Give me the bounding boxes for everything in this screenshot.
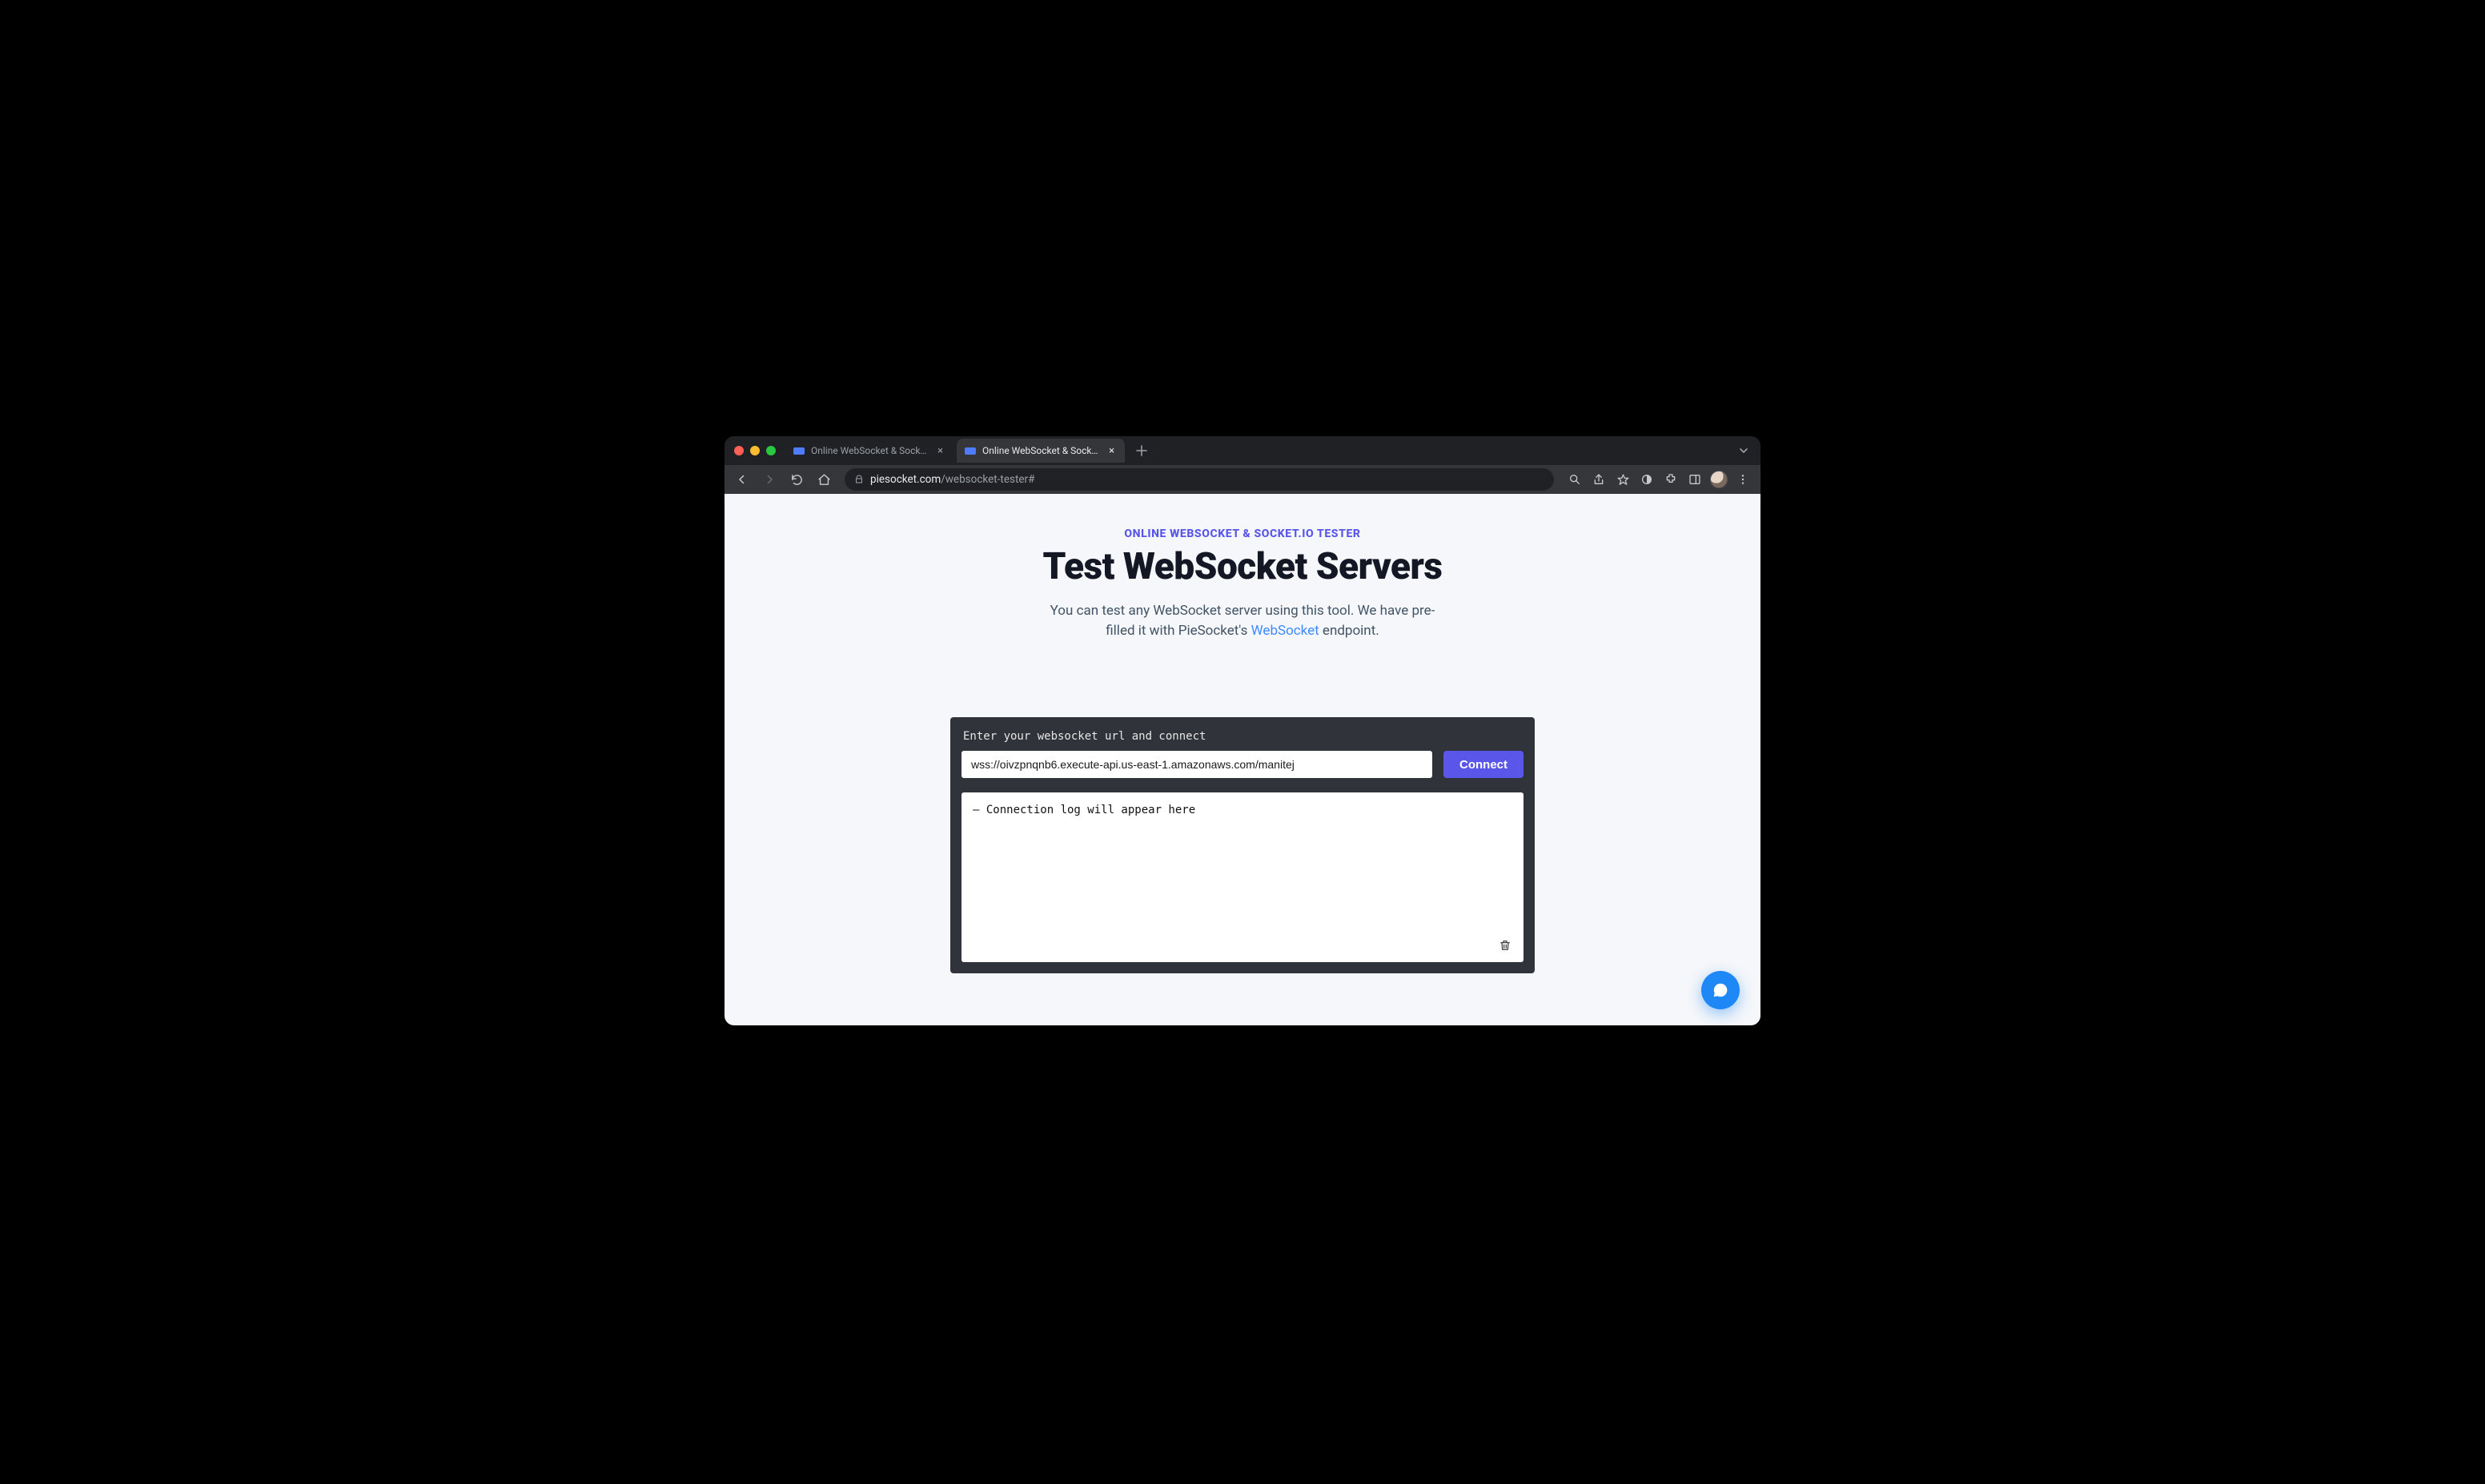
sidepanel-button[interactable] xyxy=(1684,468,1706,491)
search-icon xyxy=(1568,473,1581,486)
forward-button[interactable] xyxy=(758,468,781,491)
websocket-link[interactable]: WebSocket xyxy=(1251,623,1319,639)
ext-a-button[interactable] xyxy=(1636,468,1658,491)
avatar-icon xyxy=(1710,471,1728,488)
reload-button[interactable] xyxy=(785,468,808,491)
browser-toolbar: piesocket.com/websocket-tester# xyxy=(725,465,1760,494)
refresh-icon xyxy=(790,473,804,487)
page-content: ONLINE WEBSOCKET & SOCKET.IO TESTER Test… xyxy=(725,494,1760,1025)
connect-button[interactable]: Connect xyxy=(1443,751,1524,778)
url-path: /websocket-tester# xyxy=(941,473,1034,486)
window-zoom-icon[interactable] xyxy=(766,446,776,455)
bookmark-button[interactable] xyxy=(1612,468,1634,491)
tab-title: Online WebSocket & Socket.io xyxy=(982,445,1100,456)
share-icon xyxy=(1592,473,1605,486)
arrow-right-icon xyxy=(762,472,777,487)
chat-fab[interactable] xyxy=(1701,971,1740,1009)
page-subhead: You can test any WebSocket server using … xyxy=(1042,601,1443,640)
browser-window: Online WebSocket & Socket.io × Online We… xyxy=(725,436,1760,1025)
panel-icon xyxy=(1688,473,1701,486)
chevron-down-icon xyxy=(1739,446,1748,455)
home-icon xyxy=(817,473,831,487)
window-controls xyxy=(731,446,782,455)
url-text: piesocket.com/websocket-tester# xyxy=(870,473,1034,486)
page-viewport: ONLINE WEBSOCKET & SOCKET.IO TESTER Test… xyxy=(725,494,1760,1025)
subhead-text: endpoint. xyxy=(1319,623,1379,639)
eyebrow-label: ONLINE WEBSOCKET & SOCKET.IO TESTER xyxy=(1124,527,1360,540)
prompt-label: Enter your websocket url and connect xyxy=(961,728,1524,751)
trash-icon xyxy=(1499,938,1511,953)
browser-tab-active[interactable]: Online WebSocket & Socket.io × xyxy=(957,439,1125,463)
favicon-icon xyxy=(793,447,805,455)
extensions-button[interactable] xyxy=(1660,468,1682,491)
page-headline: Test WebSocket Servers xyxy=(1042,545,1442,588)
home-button[interactable] xyxy=(813,468,835,491)
tab-strip: Online WebSocket & Socket.io × Online We… xyxy=(725,436,1760,465)
back-button[interactable] xyxy=(731,468,753,491)
screenshot-root: Online WebSocket & Socket.io × Online We… xyxy=(680,406,1805,1078)
close-icon[interactable]: × xyxy=(935,445,945,456)
plus-icon xyxy=(1136,445,1147,456)
browser-tab[interactable]: Online WebSocket & Socket.io × xyxy=(785,439,953,463)
new-tab-button[interactable] xyxy=(1131,440,1152,461)
window-close-icon[interactable] xyxy=(734,446,744,455)
tabs-overflow-button[interactable] xyxy=(1733,440,1754,461)
window-minimize-icon[interactable] xyxy=(750,446,760,455)
websocket-url-input[interactable] xyxy=(961,751,1432,778)
puzzle-icon xyxy=(1664,473,1677,486)
clear-log-button[interactable] xyxy=(1496,937,1514,954)
log-line: Connection log will appear here xyxy=(973,804,1512,816)
tab-title: Online WebSocket & Socket.io xyxy=(811,445,929,456)
kebab-icon xyxy=(1736,473,1749,486)
toolbar-right xyxy=(1564,468,1754,491)
tester-card: Enter your websocket url and connect Con… xyxy=(950,717,1535,973)
share-button[interactable] xyxy=(1588,468,1610,491)
star-icon xyxy=(1616,473,1630,487)
address-bar[interactable]: piesocket.com/websocket-tester# xyxy=(845,468,1554,491)
chat-icon xyxy=(1712,981,1729,999)
profile-button[interactable] xyxy=(1708,468,1730,491)
browser-menu-button[interactable] xyxy=(1732,468,1754,491)
favicon-icon xyxy=(965,447,976,455)
zoom-button[interactable] xyxy=(1564,468,1586,491)
arrow-left-icon xyxy=(735,472,749,487)
close-icon[interactable]: × xyxy=(1106,445,1117,456)
url-domain: piesocket.com xyxy=(870,473,941,486)
lock-icon xyxy=(854,474,864,485)
input-row: Connect xyxy=(961,751,1524,778)
circle-half-icon xyxy=(1640,473,1653,486)
connection-log-panel: Connection log will appear here xyxy=(961,792,1524,962)
